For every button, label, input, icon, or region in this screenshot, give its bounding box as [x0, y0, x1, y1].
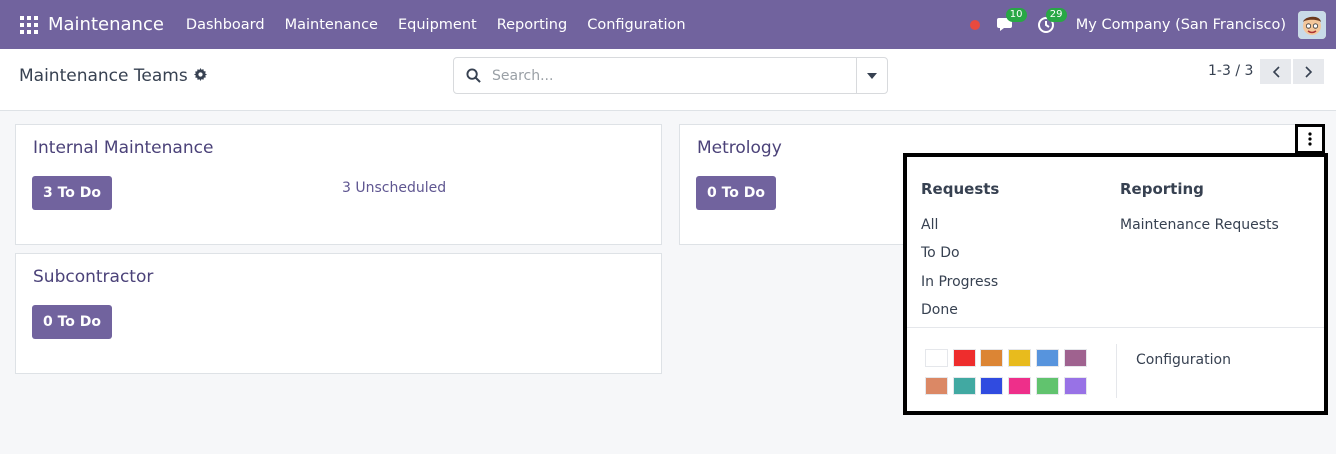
- requests-heading: Requests: [921, 180, 1000, 198]
- color-swatch[interactable]: [952, 377, 976, 395]
- search-input[interactable]: [492, 64, 852, 88]
- chevron-left-icon: [1272, 65, 1280, 78]
- color-swatch[interactable]: [925, 349, 948, 367]
- app-name[interactable]: Maintenance: [48, 14, 164, 35]
- company-switcher[interactable]: My Company (San Francisco): [1076, 17, 1286, 33]
- pager-next-button[interactable]: [1293, 59, 1324, 84]
- top-navbar: Maintenance Dashboard Maintenance Equipm…: [0, 0, 1336, 49]
- reporting-maintenance-requests[interactable]: Maintenance Requests: [1120, 217, 1279, 233]
- control-panel: Maintenance Teams 1-3 / 3: [0, 49, 1336, 111]
- card-title[interactable]: Internal Maintenance: [33, 138, 213, 158]
- team-card-subcontractor[interactable]: Subcontractor 0 To Do: [15, 253, 662, 374]
- chevron-right-icon: [1304, 65, 1312, 78]
- card-options-button[interactable]: [1295, 124, 1325, 154]
- color-swatch[interactable]: [1063, 377, 1087, 395]
- color-swatch[interactable]: [952, 349, 976, 367]
- clock-icon[interactable]: 29: [1032, 7, 1067, 39]
- requests-todo[interactable]: To Do: [921, 245, 960, 261]
- nav-maintenance[interactable]: Maintenance: [275, 0, 388, 49]
- color-swatch[interactable]: [980, 377, 1004, 395]
- search-icon: [466, 68, 481, 87]
- requests-all[interactable]: All: [921, 217, 938, 233]
- pager-buttons: [1260, 59, 1324, 84]
- vertical-ellipsis-icon: [1308, 132, 1312, 146]
- divider: [1116, 344, 1117, 398]
- requests-in-progress[interactable]: In Progress: [921, 274, 998, 290]
- team-card-internal-maintenance[interactable]: Internal Maintenance 3 To Do 3 Unschedul…: [15, 124, 662, 245]
- gear-icon[interactable]: [193, 66, 207, 86]
- nav-dashboard[interactable]: Dashboard: [176, 0, 275, 49]
- requests-done[interactable]: Done: [921, 302, 958, 318]
- color-swatch[interactable]: [980, 349, 1004, 367]
- card-title[interactable]: Subcontractor: [33, 267, 153, 287]
- reporting-heading: Reporting: [1120, 180, 1204, 198]
- unscheduled-link[interactable]: 3 Unscheduled: [342, 180, 446, 196]
- nav-reporting[interactable]: Reporting: [487, 0, 578, 49]
- card-title[interactable]: Metrology: [697, 138, 782, 158]
- color-swatch[interactable]: [1063, 349, 1087, 367]
- search-options-toggle[interactable]: [856, 58, 887, 93]
- card-options-dropdown: Requests All To Do In Progress Done Repo…: [903, 153, 1328, 415]
- color-swatch[interactable]: [1008, 377, 1032, 395]
- color-swatch[interactable]: [1008, 349, 1032, 367]
- pager-value[interactable]: 1-3 / 3: [1208, 63, 1253, 79]
- color-swatch[interactable]: [925, 377, 948, 395]
- apps-grid-icon[interactable]: [14, 0, 44, 49]
- todo-button[interactable]: 0 To Do: [696, 176, 777, 210]
- todo-button[interactable]: 3 To Do: [32, 176, 113, 210]
- search-bar: [453, 57, 888, 94]
- nav-equipment[interactable]: Equipment: [388, 0, 487, 49]
- nav-configuration[interactable]: Configuration: [577, 0, 695, 49]
- activities-badge: 29: [1045, 7, 1067, 22]
- caret-down-icon: [867, 72, 877, 79]
- configuration-link[interactable]: Configuration: [1136, 352, 1231, 368]
- color-swatch[interactable]: [1035, 349, 1059, 367]
- page-title: Maintenance Teams: [19, 66, 207, 86]
- divider: [907, 327, 1324, 328]
- avatar[interactable]: [1298, 10, 1326, 39]
- messages-badge: 10: [1005, 7, 1027, 22]
- todo-button[interactable]: 0 To Do: [32, 305, 113, 339]
- pager-previous-button[interactable]: [1260, 59, 1291, 84]
- recording-dot-icon[interactable]: [969, 19, 980, 30]
- color-swatch[interactable]: [1035, 377, 1059, 395]
- chat-icon[interactable]: 10: [992, 7, 1027, 39]
- page-title-text: Maintenance Teams: [19, 66, 188, 86]
